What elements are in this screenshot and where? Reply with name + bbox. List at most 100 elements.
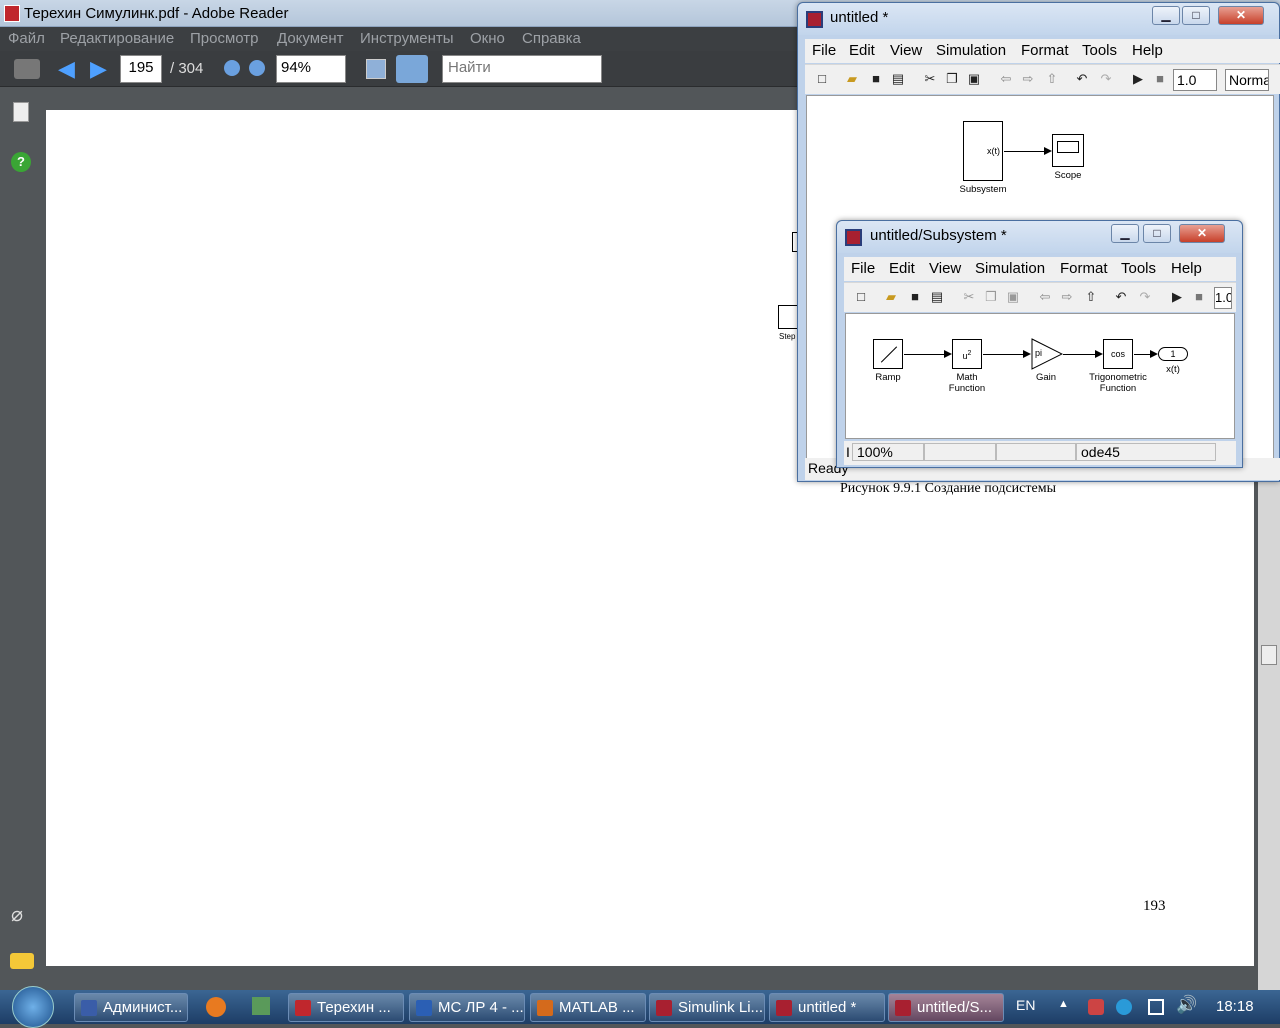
subsystem-block[interactable]: x(t) bbox=[963, 121, 1003, 181]
print-icon[interactable]: ▤ bbox=[889, 70, 907, 88]
minimize-button[interactable]: ▁ bbox=[1111, 224, 1139, 243]
paste-icon[interactable]: ▣ bbox=[1004, 288, 1022, 306]
menu-edit[interactable]: Edit bbox=[849, 42, 875, 59]
menu-format[interactable]: Format bbox=[1021, 42, 1069, 59]
zoom-out-icon[interactable] bbox=[224, 60, 240, 76]
zoom-select[interactable]: 94% bbox=[276, 55, 346, 83]
new-icon[interactable]: □ bbox=[813, 70, 831, 88]
ramp-block[interactable] bbox=[873, 339, 903, 369]
menu-help[interactable]: Help bbox=[1132, 42, 1163, 59]
menu-edit-ru[interactable]: Редактирование bbox=[60, 30, 174, 47]
redo-icon[interactable]: ↷ bbox=[1097, 70, 1115, 88]
cut-icon[interactable]: ✂ bbox=[921, 70, 939, 88]
menu-view[interactable]: View bbox=[929, 260, 961, 277]
taskbar-item-word[interactable]: МС ЛР 4 - ... bbox=[409, 993, 525, 1022]
clock-time[interactable]: 18:18 bbox=[1216, 998, 1254, 1015]
firefox-icon[interactable] bbox=[206, 997, 226, 1017]
subsystem-canvas[interactable]: Ramp u2 Math Function pi Gain cos Trigono… bbox=[845, 313, 1235, 439]
stop-time-input[interactable]: 1.0 bbox=[1173, 69, 1217, 91]
scope-block[interactable] bbox=[1052, 134, 1084, 167]
new-icon[interactable]: □ bbox=[852, 288, 870, 306]
scroll-thumb[interactable] bbox=[1261, 645, 1277, 665]
print-icon[interactable] bbox=[14, 59, 40, 79]
save-icon[interactable]: ■ bbox=[906, 288, 924, 306]
menu-file[interactable]: File bbox=[812, 42, 836, 59]
menu-help-ru[interactable]: Справка bbox=[522, 30, 581, 47]
open-icon[interactable]: ▰ bbox=[843, 70, 861, 88]
taskbar-item-reader[interactable]: Терехин ... bbox=[288, 993, 404, 1022]
menu-simulation[interactable]: Simulation bbox=[936, 42, 1006, 59]
menu-view[interactable]: View bbox=[890, 42, 922, 59]
outport-block[interactable]: 1 bbox=[1158, 347, 1188, 361]
menu-help[interactable]: Help bbox=[1171, 260, 1202, 277]
attachment-icon[interactable]: ⌀ bbox=[11, 902, 23, 927]
zoom-in-icon[interactable] bbox=[249, 60, 265, 76]
copy-icon[interactable]: ❐ bbox=[982, 288, 1000, 306]
menu-tools-ru[interactable]: Инструменты bbox=[360, 30, 454, 47]
close-button[interactable]: ✕ bbox=[1218, 6, 1264, 25]
menu-edit[interactable]: Edit bbox=[889, 260, 915, 277]
taskbar-item-subsystem[interactable]: untitled/S... bbox=[888, 993, 1004, 1022]
start-button[interactable] bbox=[12, 986, 54, 1028]
prev-page-icon[interactable]: ◀ bbox=[58, 55, 80, 83]
search-input[interactable]: Найти bbox=[442, 55, 602, 83]
network-icon[interactable] bbox=[1148, 999, 1164, 1015]
menu-tools[interactable]: Tools bbox=[1082, 42, 1117, 59]
paste-icon[interactable]: ▣ bbox=[965, 70, 983, 88]
matlab-icon bbox=[537, 1000, 553, 1016]
math-function-block[interactable]: u2 bbox=[952, 339, 982, 369]
simulink-icon bbox=[776, 1000, 792, 1016]
stop-icon[interactable]: ■ bbox=[1151, 70, 1169, 88]
next-page-icon[interactable]: ▶ bbox=[90, 55, 112, 83]
app-icon[interactable] bbox=[252, 997, 270, 1015]
taskbar-item-simulink-lib[interactable]: Simulink Li... bbox=[649, 993, 765, 1022]
up-icon[interactable]: ⇧ bbox=[1043, 70, 1061, 88]
close-button[interactable]: ✕ bbox=[1179, 224, 1225, 243]
page-number-input[interactable]: 195 bbox=[120, 55, 162, 83]
open-icon[interactable]: ▰ bbox=[882, 288, 900, 306]
taskbar-item-admin[interactable]: Админист... bbox=[74, 993, 188, 1022]
volume-icon[interactable]: 🔊 bbox=[1176, 995, 1197, 1015]
undo-icon[interactable]: ↶ bbox=[1073, 70, 1091, 88]
play-icon[interactable]: ▶ bbox=[1129, 70, 1147, 88]
minimize-button[interactable]: ▁ bbox=[1152, 6, 1180, 25]
comments-icon[interactable] bbox=[10, 953, 34, 969]
fit-page-icon[interactable] bbox=[366, 59, 386, 79]
maximize-button[interactable]: □ bbox=[1182, 6, 1210, 25]
copy-icon[interactable]: ❐ bbox=[943, 70, 961, 88]
menu-view-ru[interactable]: Просмотр bbox=[190, 30, 259, 47]
stop-time-input[interactable]: 1.0 bbox=[1214, 287, 1232, 309]
help-icon[interactable]: ? bbox=[11, 152, 31, 172]
taskbar-item-matlab[interactable]: MATLAB ... bbox=[530, 993, 646, 1022]
fit-width-icon[interactable] bbox=[396, 55, 428, 83]
save-icon[interactable]: ■ bbox=[867, 70, 885, 88]
taskbar-item-untitled[interactable]: untitled * bbox=[769, 993, 885, 1022]
stop-icon[interactable]: ■ bbox=[1190, 288, 1208, 306]
language-indicator[interactable]: EN bbox=[1016, 997, 1035, 1013]
up-icon[interactable]: ⇧ bbox=[1082, 288, 1100, 306]
menu-tools[interactable]: Tools bbox=[1121, 260, 1156, 277]
pages-icon[interactable] bbox=[13, 102, 29, 122]
undo-icon[interactable]: ↶ bbox=[1112, 288, 1130, 306]
redo-icon[interactable]: ↷ bbox=[1136, 288, 1154, 306]
print-icon[interactable]: ▤ bbox=[928, 288, 946, 306]
forward-icon[interactable]: ⇨ bbox=[1058, 288, 1076, 306]
tray-app-icon[interactable] bbox=[1088, 999, 1104, 1015]
tray-network-app-icon[interactable] bbox=[1116, 999, 1132, 1015]
forward-icon[interactable]: ⇨ bbox=[1019, 70, 1037, 88]
menu-file-ru[interactable]: Файл bbox=[8, 30, 45, 47]
trig-function-block[interactable]: cos bbox=[1103, 339, 1133, 369]
play-icon[interactable]: ▶ bbox=[1168, 288, 1186, 306]
menu-window-ru[interactable]: Окно bbox=[470, 30, 505, 47]
cut-icon[interactable]: ✂ bbox=[960, 288, 978, 306]
menu-file[interactable]: File bbox=[851, 260, 875, 277]
menu-simulation[interactable]: Simulation bbox=[975, 260, 1045, 277]
maximize-button[interactable]: □ bbox=[1143, 224, 1171, 243]
vertical-scrollbar[interactable] bbox=[1258, 450, 1280, 990]
back-icon[interactable]: ⇦ bbox=[1036, 288, 1054, 306]
back-icon[interactable]: ⇦ bbox=[997, 70, 1015, 88]
simulation-mode-select[interactable]: Norma bbox=[1225, 69, 1269, 91]
menu-format[interactable]: Format bbox=[1060, 260, 1108, 277]
tray-expand-icon[interactable]: ▲ bbox=[1058, 998, 1069, 1010]
menu-document-ru[interactable]: Документ bbox=[277, 30, 344, 47]
